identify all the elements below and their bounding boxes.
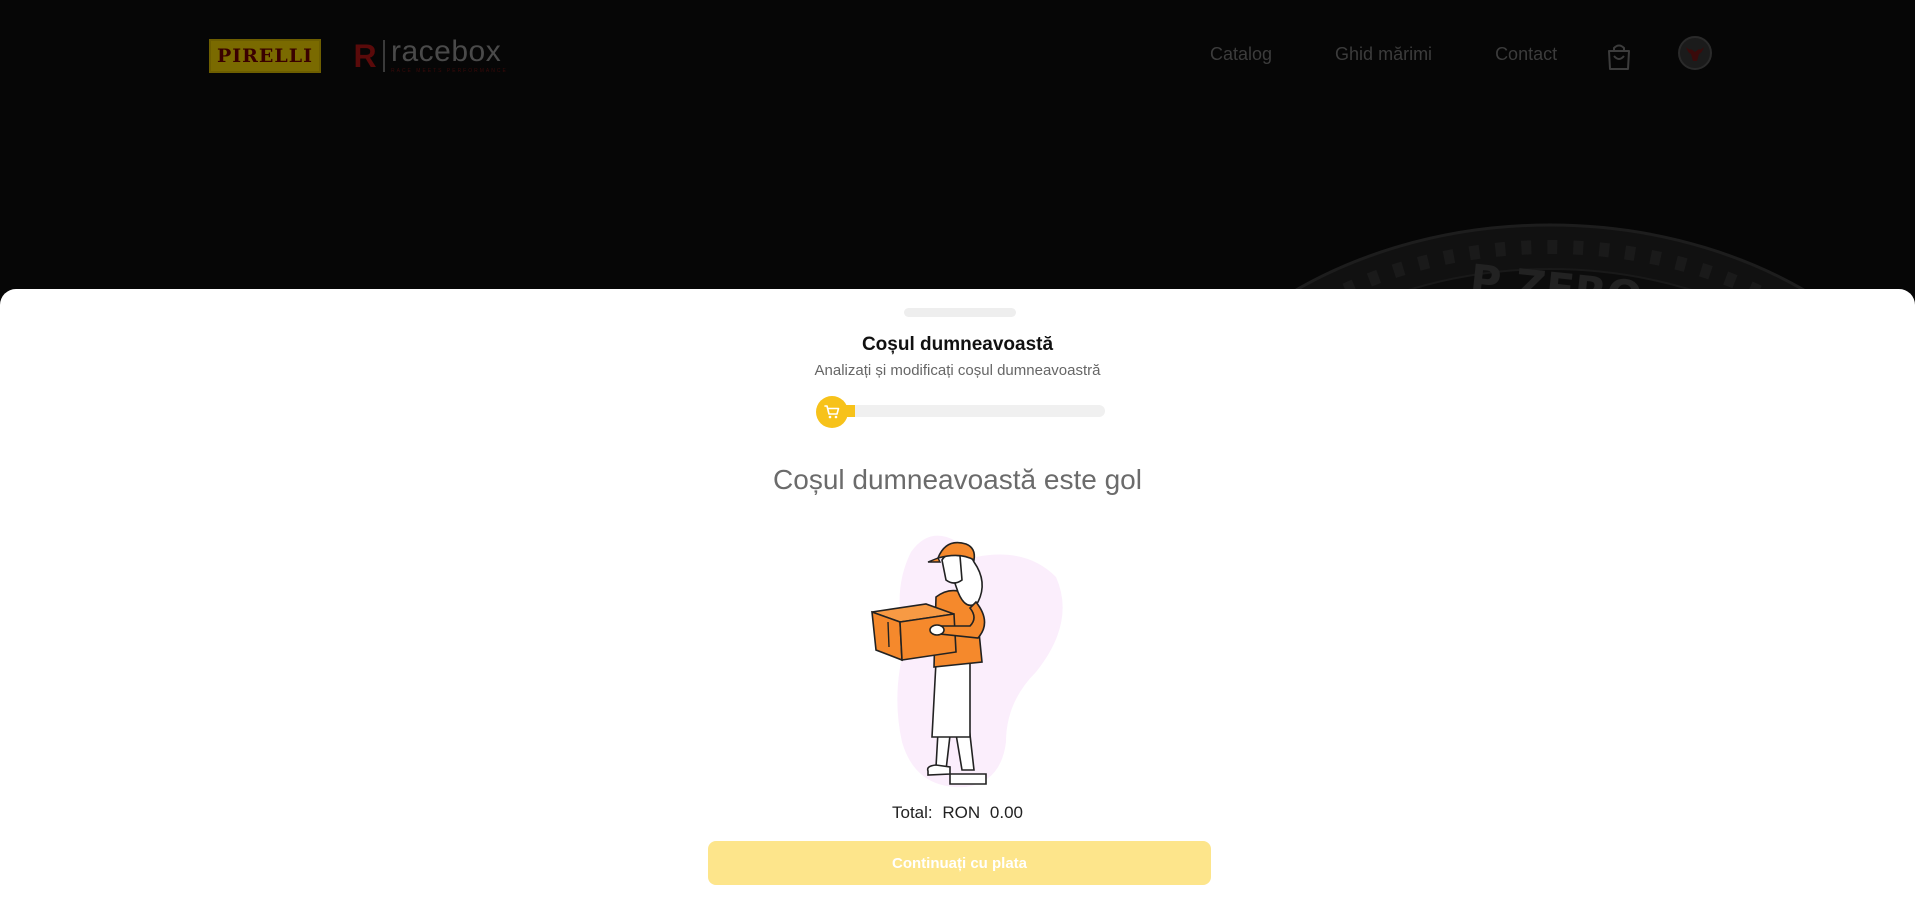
total-currency: RON xyxy=(942,803,981,822)
checkout-progress-bar xyxy=(833,405,1105,417)
racebox-logo-mark: R xyxy=(351,38,385,74)
empty-cart-illustration xyxy=(871,535,1063,788)
cart-title: Coșul dumneavoastă xyxy=(861,334,1054,355)
sheet-drag-handle[interactable] xyxy=(904,308,1016,317)
cart-icon xyxy=(824,405,840,419)
total-label: Total: xyxy=(892,803,933,822)
brand-logos: PIRELLI R racebox RACE MEETS PERFORMANCE xyxy=(209,35,508,75)
main-nav: Catalog Ghid mărimi Contact xyxy=(1210,44,1557,65)
total-value: 0.00 xyxy=(989,803,1023,822)
pirelli-logo[interactable]: PIRELLI xyxy=(209,39,321,73)
continue-to-payment-button[interactable]: Continuați cu plata xyxy=(708,841,1211,885)
racebox-name: racebox xyxy=(391,35,502,68)
nav-contact-link[interactable]: Contact xyxy=(1495,44,1557,65)
shopping-bag-icon[interactable] xyxy=(1606,43,1632,71)
empty-cart-message: Coșul dumneavoastă este gol xyxy=(773,464,1142,495)
hero-banner: P ZERO PIRELLI R racebox RACE MEETS PERF… xyxy=(0,0,1915,300)
nav-catalog-link[interactable]: Catalog xyxy=(1210,44,1272,65)
cart-step-indicator xyxy=(816,396,848,428)
racebox-tagline: RACE MEETS PERFORMANCE xyxy=(391,68,508,74)
user-avatar[interactable] xyxy=(1678,36,1712,70)
cart-sheet: Coșul dumneavoastă Analizați și modifica… xyxy=(0,289,1915,898)
nav-size-guide-link[interactable]: Ghid mărimi xyxy=(1335,44,1432,65)
tire-image: P ZERO xyxy=(1277,223,1823,300)
racebox-wordmark: racebox RACE MEETS PERFORMANCE xyxy=(391,35,508,75)
racebox-logo[interactable]: R racebox RACE MEETS PERFORMANCE xyxy=(351,35,508,75)
bull-logo-icon xyxy=(1686,47,1704,61)
cart-total: Total: RON 0.00 xyxy=(0,803,1915,823)
cart-subtitle: Analizați și modificați coșul dumneavoas… xyxy=(814,362,1101,379)
